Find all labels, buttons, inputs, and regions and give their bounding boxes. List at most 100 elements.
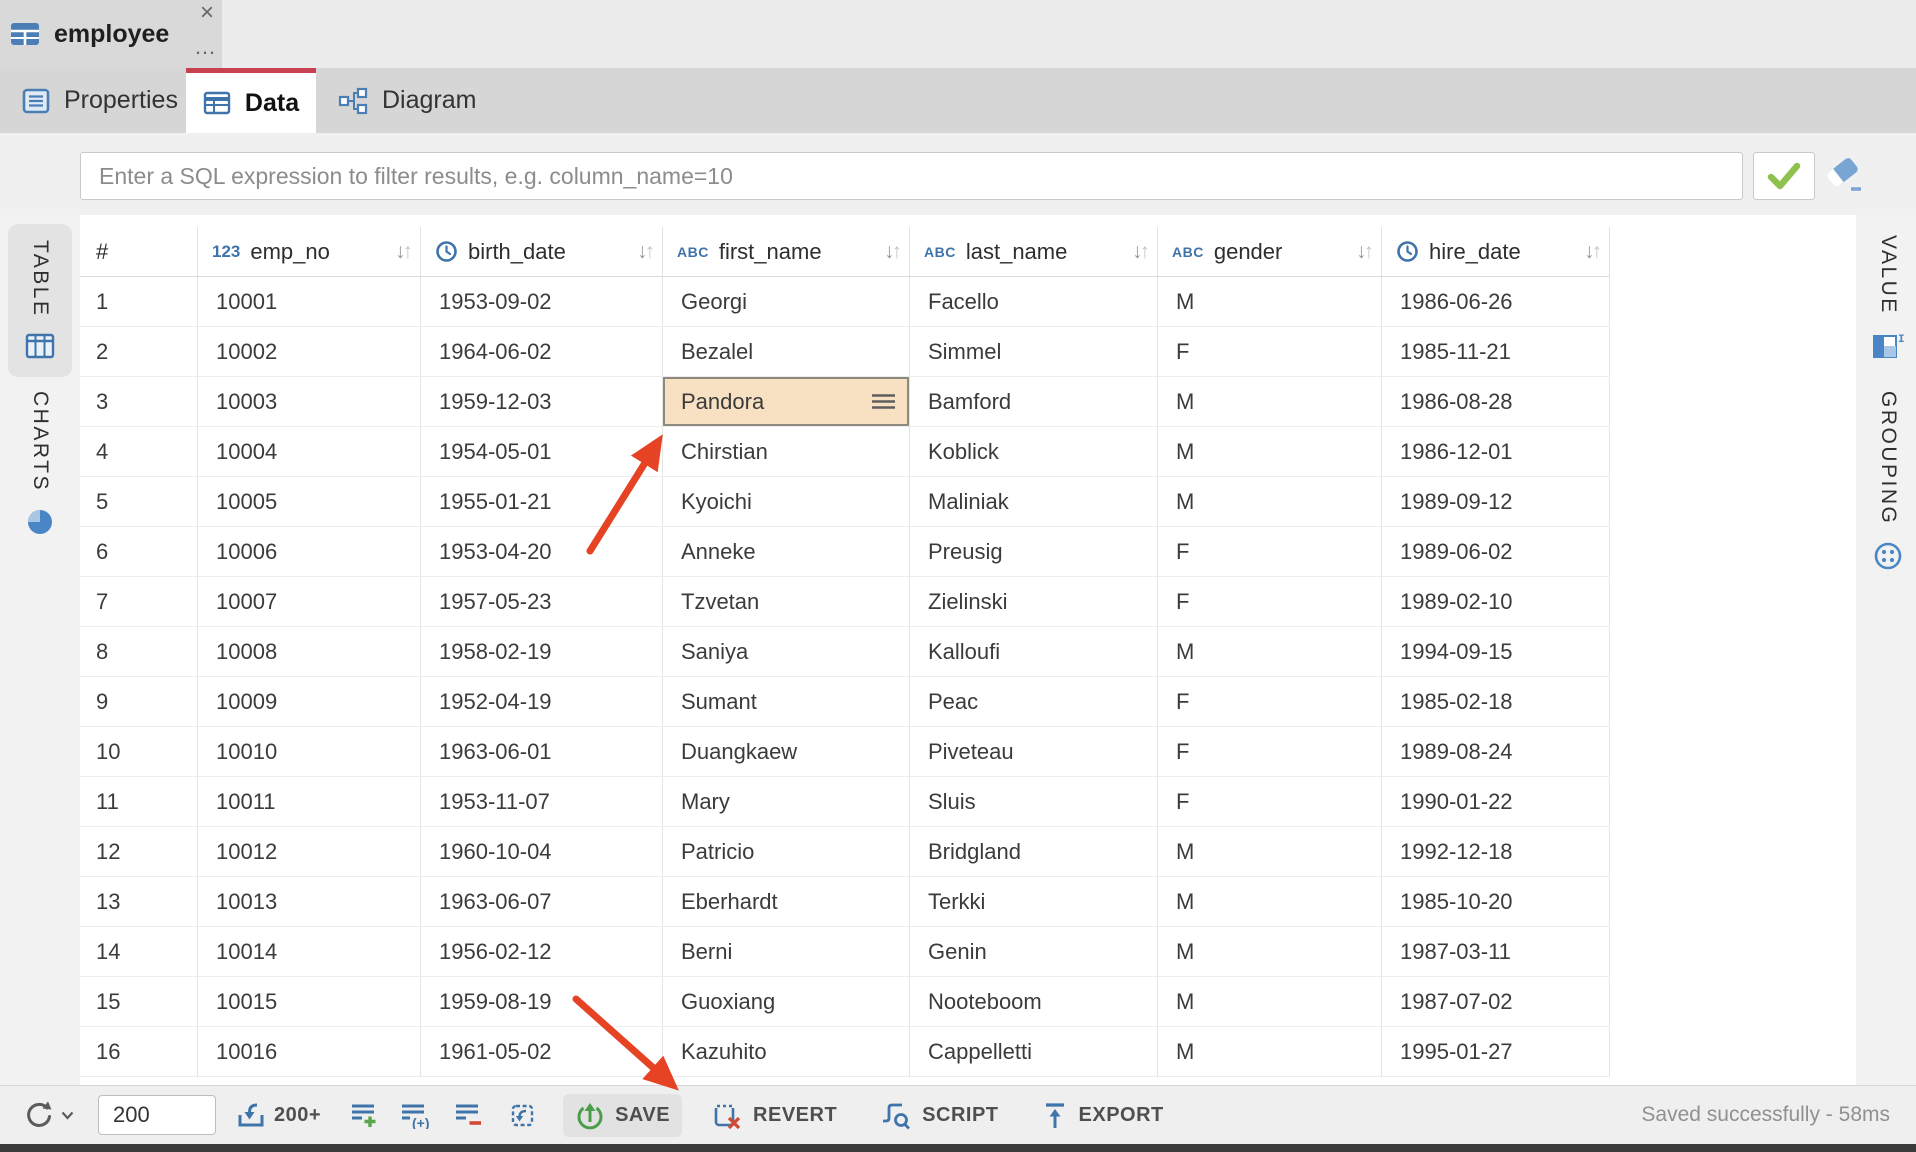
panel-tab-charts[interactable]: CHARTS	[8, 391, 72, 536]
close-icon[interactable]: ×	[194, 0, 220, 26]
cell-hire_date[interactable]: 1986-08-28	[1382, 377, 1610, 426]
script-button[interactable]: SCRIPT	[867, 1094, 1010, 1137]
cell-last_name[interactable]: Peac	[910, 677, 1158, 726]
cell-hire_date[interactable]: 1989-08-24	[1382, 727, 1610, 776]
column-header-first_name[interactable]: ABCfirst_name↓↑	[663, 227, 910, 276]
sort-icon[interactable]: ↓↑	[884, 227, 899, 276]
sort-icon[interactable]: ↓↑	[1584, 227, 1599, 276]
cell-gender[interactable]: F	[1158, 727, 1382, 776]
cell-emp_no[interactable]: 10003	[198, 377, 421, 426]
cell-birth_date[interactable]: 1963-06-01	[421, 727, 663, 776]
cell-last_name[interactable]: Zielinski	[910, 577, 1158, 626]
cell-hire_date[interactable]: 1989-09-12	[1382, 477, 1610, 526]
cell-birth_date[interactable]: 1963-06-07	[421, 877, 663, 926]
column-header-emp_no[interactable]: 123emp_no↓↑	[198, 227, 421, 276]
cell-last_name[interactable]: Terkki	[910, 877, 1158, 926]
cell-emp_no[interactable]: 10013	[198, 877, 421, 926]
sort-icon[interactable]: ↓↑	[1356, 227, 1371, 276]
row-number[interactable]: 2	[80, 327, 198, 376]
row-number[interactable]: 11	[80, 777, 198, 826]
cell-first_name[interactable]: Guoxiang	[663, 977, 910, 1026]
cell-gender[interactable]: M	[1158, 627, 1382, 676]
cell-gender[interactable]: F	[1158, 527, 1382, 576]
cell-first_name[interactable]: Bezalel	[663, 327, 910, 376]
sort-icon[interactable]: ↓↑	[395, 227, 410, 276]
duplicate-row-button[interactable]: (+)	[399, 1102, 435, 1129]
panel-tab-value[interactable]: VALUE I	[1866, 235, 1910, 359]
cell-gender[interactable]: M	[1158, 477, 1382, 526]
tab-properties[interactable]: Properties	[0, 68, 200, 133]
cell-birth_date[interactable]: 1953-04-20	[421, 527, 663, 576]
panel-tab-table[interactable]: TABLE	[8, 224, 72, 377]
cell-emp_no[interactable]: 10004	[198, 427, 421, 476]
cell-hire_date[interactable]: 1985-11-21	[1382, 327, 1610, 376]
cell-hire_date[interactable]: 1992-12-18	[1382, 827, 1610, 876]
cell-last_name[interactable]: Sluis	[910, 777, 1158, 826]
row-number[interactable]: 15	[80, 977, 198, 1026]
cell-gender[interactable]: M	[1158, 827, 1382, 876]
cell-hire_date[interactable]: 1987-07-02	[1382, 977, 1610, 1026]
cell-last_name[interactable]: Maliniak	[910, 477, 1158, 526]
cell-emp_no[interactable]: 10009	[198, 677, 421, 726]
clear-filter-button[interactable]	[1822, 155, 1866, 197]
cell-birth_date[interactable]: 1961-05-02	[421, 1027, 663, 1076]
cell-first_name[interactable]: Duangkaew	[663, 727, 910, 776]
cell-gender[interactable]: F	[1158, 327, 1382, 376]
cell-gender[interactable]: M	[1158, 427, 1382, 476]
add-row-button[interactable]	[349, 1102, 379, 1129]
panel-tab-grouping[interactable]: GROUPING	[1866, 391, 1910, 571]
row-number[interactable]: 8	[80, 627, 198, 676]
apply-filter-button[interactable]	[1753, 152, 1815, 200]
cell-last_name[interactable]: Simmel	[910, 327, 1158, 376]
cell-hire_date[interactable]: 1995-01-27	[1382, 1027, 1610, 1076]
cell-last_name[interactable]: Preusig	[910, 527, 1158, 576]
refresh-button[interactable]	[22, 1099, 74, 1131]
revert-button[interactable]: REVERT	[700, 1094, 849, 1137]
row-number[interactable]: 13	[80, 877, 198, 926]
cell-emp_no[interactable]: 10011	[198, 777, 421, 826]
row-limit-input[interactable]	[98, 1095, 216, 1135]
cell-menu-icon[interactable]	[870, 393, 897, 410]
cell-first_name[interactable]: Patricio	[663, 827, 910, 876]
cell-gender[interactable]: M	[1158, 1027, 1382, 1076]
cell-first_name[interactable]: Berni	[663, 927, 910, 976]
cell-last_name[interactable]: Koblick	[910, 427, 1158, 476]
cell-hire_date[interactable]: 1986-12-01	[1382, 427, 1610, 476]
cell-hire_date[interactable]: 1985-10-20	[1382, 877, 1610, 926]
row-number[interactable]: 1	[80, 277, 198, 326]
cell-last_name[interactable]: Bamford	[910, 377, 1158, 426]
tab-diagram[interactable]: Diagram	[316, 68, 498, 133]
cell-first_name[interactable]: Kyoichi	[663, 477, 910, 526]
cell-emp_no[interactable]: 10002	[198, 327, 421, 376]
cell-hire_date[interactable]: 1985-02-18	[1382, 677, 1610, 726]
overflow-menu-icon[interactable]: …	[194, 34, 217, 60]
row-number[interactable]: 9	[80, 677, 198, 726]
cell-emp_no[interactable]: 10015	[198, 977, 421, 1026]
cell-first_name[interactable]: Saniya	[663, 627, 910, 676]
row-number[interactable]: 14	[80, 927, 198, 976]
cell-birth_date[interactable]: 1960-10-04	[421, 827, 663, 876]
cell-emp_no[interactable]: 10006	[198, 527, 421, 576]
cell-hire_date[interactable]: 1990-01-22	[1382, 777, 1610, 826]
cell-gender[interactable]: M	[1158, 377, 1382, 426]
cell-emp_no[interactable]: 10007	[198, 577, 421, 626]
cell-birth_date[interactable]: 1952-04-19	[421, 677, 663, 726]
cell-hire_date[interactable]: 1989-06-02	[1382, 527, 1610, 576]
cell-emp_no[interactable]: 10016	[198, 1027, 421, 1076]
save-button[interactable]: SAVE	[563, 1094, 682, 1137]
cell-first_name[interactable]: Anneke	[663, 527, 910, 576]
cell-first_name[interactable]: Mary	[663, 777, 910, 826]
cell-emp_no[interactable]: 10008	[198, 627, 421, 676]
cell-last_name[interactable]: Bridgland	[910, 827, 1158, 876]
cell-birth_date[interactable]: 1953-09-02	[421, 277, 663, 326]
cell-gender[interactable]: F	[1158, 777, 1382, 826]
tab-data[interactable]: Data	[186, 68, 316, 133]
cell-last_name[interactable]: Kalloufi	[910, 627, 1158, 676]
sort-icon[interactable]: ↓↑	[1132, 227, 1147, 276]
sort-icon[interactable]: ↓↑	[637, 227, 652, 276]
cell-gender[interactable]: F	[1158, 577, 1382, 626]
row-number[interactable]: 12	[80, 827, 198, 876]
cell-first_name[interactable]: Georgi	[663, 277, 910, 326]
cell-birth_date[interactable]: 1959-12-03	[421, 377, 663, 426]
cell-emp_no[interactable]: 10001	[198, 277, 421, 326]
